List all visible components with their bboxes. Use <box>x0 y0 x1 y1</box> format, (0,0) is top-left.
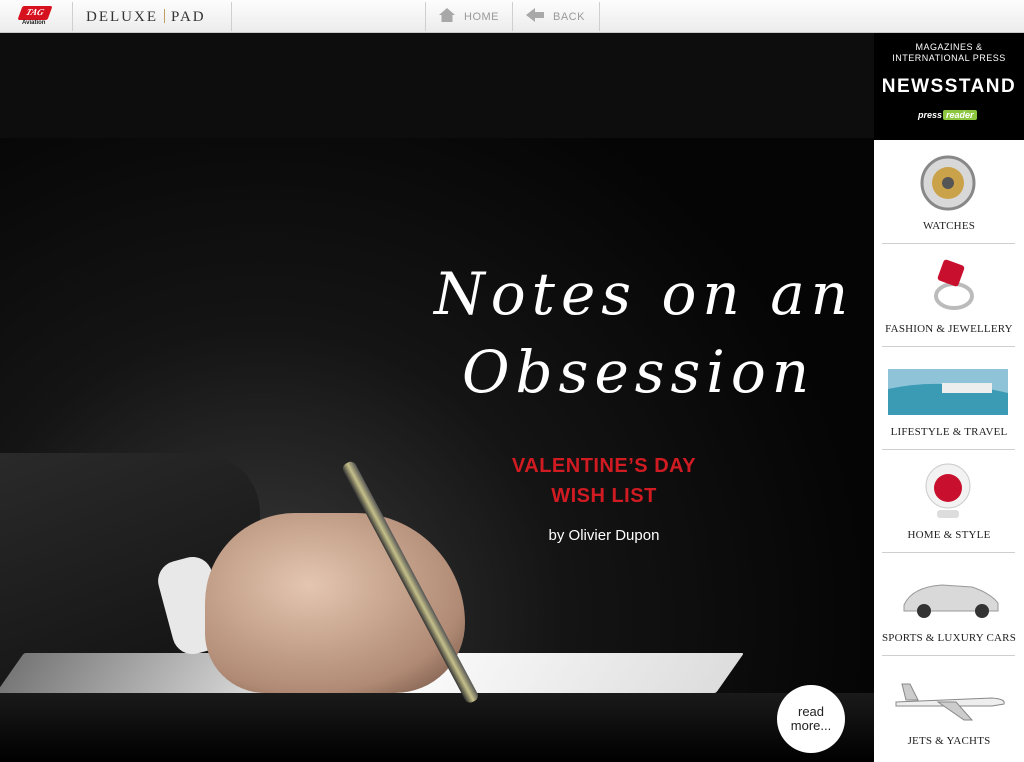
category-fashion-jewellery[interactable]: FASHION & JEWELLERY <box>882 244 1015 347</box>
category-label: HOME & STYLE <box>907 529 991 541</box>
category-label: SPORTS & LUXURY CARS <box>881 632 1017 644</box>
category-label: FASHION & JEWELLERY <box>885 323 1013 335</box>
logo-mark: TAG <box>17 6 53 20</box>
divider <box>599 2 600 31</box>
article-title-line1: Notes on an <box>434 260 855 328</box>
chair-icon <box>882 462 1015 522</box>
logo-subtext: Aviation <box>22 20 46 26</box>
article-title-line2: Obsession <box>462 338 816 406</box>
pressreader-logo: press reader <box>918 110 977 120</box>
divider <box>425 2 426 31</box>
newsstand-title: NEWSSTAND <box>881 76 1017 97</box>
article-byline: by Olivier Dupon <box>548 527 660 544</box>
hero-top-band <box>0 33 874 138</box>
category-home-style[interactable]: HOME & STYLE <box>882 450 1015 553</box>
logo-mark-text: TAG <box>24 7 46 17</box>
back-arrow-icon <box>525 7 545 26</box>
divider <box>72 2 73 31</box>
newsstand-caption-line2: INTERNATIONAL PRESS <box>892 53 1006 63</box>
home-label: HOME <box>464 10 499 23</box>
photo-reflection <box>0 693 874 762</box>
category-watches[interactable]: WATCHES <box>882 141 1015 244</box>
read-more-button[interactable]: read more... <box>777 685 845 753</box>
divider <box>231 2 232 31</box>
brand-left: DELUXE <box>86 9 158 25</box>
back-button[interactable]: BACK <box>525 0 585 33</box>
top-bar: TAG Aviation DELUXE PAD HOME BACK <box>0 0 1024 33</box>
car-icon <box>882 565 1015 625</box>
hero-article[interactable]: Notes on an Obsession VALENTINE’S DAY WI… <box>0 33 874 762</box>
category-label: WATCHES <box>922 220 976 232</box>
ring-icon <box>882 256 1015 316</box>
watch-icon <box>882 153 1015 213</box>
home-icon <box>438 7 456 26</box>
article-subtitle: VALENTINE’S DAY WISH LIST <box>476 451 732 511</box>
home-button[interactable]: HOME <box>438 0 499 33</box>
subtitle-line2: WISH LIST <box>551 485 657 507</box>
newsstand-caption-line1: MAGAZINES & <box>915 42 983 52</box>
brand-divider <box>164 9 165 23</box>
newsstand-caption: MAGAZINES & INTERNATIONAL PRESS <box>874 42 1024 64</box>
article-title: Notes on an Obsession <box>434 255 854 411</box>
brand-right: PAD <box>171 9 206 25</box>
pressreader-reader: reader <box>943 110 977 120</box>
newsstand-banner[interactable]: MAGAZINES & INTERNATIONAL PRESS NEWSSTAN… <box>874 33 1024 140</box>
divider <box>512 2 513 31</box>
app-brand: DELUXE PAD <box>86 9 206 26</box>
category-label: LIFESTYLE & TRAVEL <box>890 426 1008 438</box>
resort-icon <box>882 359 1015 419</box>
category-label: JETS & YACHTS <box>907 735 991 747</box>
read-more-line2: more... <box>790 718 832 733</box>
tag-aviation-logo[interactable]: TAG Aviation <box>8 4 64 30</box>
jet-icon <box>882 668 1015 728</box>
category-sidebar: MAGAZINES & INTERNATIONAL PRESS NEWSSTAN… <box>874 33 1024 762</box>
back-label: BACK <box>553 10 585 23</box>
pressreader-press: press <box>918 110 943 120</box>
category-jets-yachts[interactable]: JETS & YACHTS <box>882 656 1015 759</box>
subtitle-line1: VALENTINE’S DAY <box>511 455 697 477</box>
read-more-line1: read <box>797 704 825 719</box>
category-lifestyle-travel[interactable]: LIFESTYLE & TRAVEL <box>882 347 1015 450</box>
category-sports-luxury-cars[interactable]: SPORTS & LUXURY CARS <box>882 553 1016 656</box>
